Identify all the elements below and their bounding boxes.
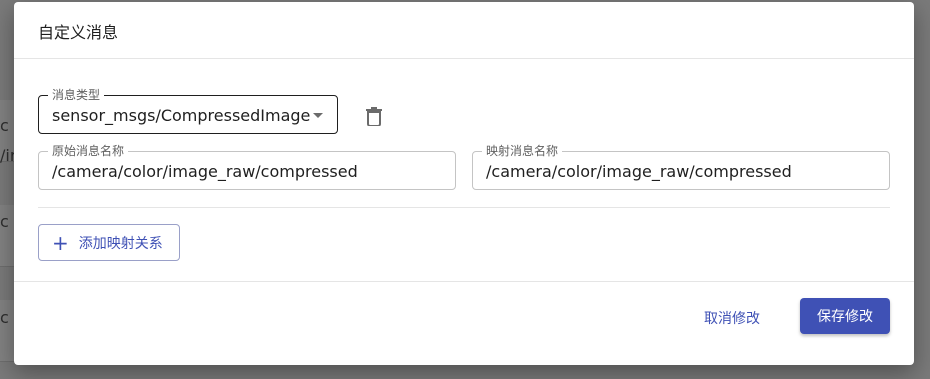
header-divider <box>14 58 914 59</box>
message-type-label: 消息类型 <box>48 88 105 102</box>
original-name-label: 原始消息名称 <box>48 144 129 158</box>
message-type-value: sensor_msgs/CompressedImage <box>52 106 311 125</box>
mapped-name-field[interactable]: 映射消息名称 /camera/color/image_raw/compresse… <box>472 144 890 190</box>
cancel-label: 取消修改 <box>704 311 760 327</box>
background-text: c <box>0 212 9 231</box>
background-text: c <box>0 116 9 135</box>
section-divider <box>38 207 890 208</box>
mapped-name-label: 映射消息名称 <box>482 144 563 158</box>
caret-down-icon <box>313 113 323 118</box>
save-label: 保存修改 <box>817 309 873 325</box>
plus-icon: + <box>52 230 69 255</box>
cancel-button[interactable]: 取消修改 <box>690 300 774 336</box>
background-text: c <box>0 308 9 327</box>
footer-divider <box>14 281 914 282</box>
mapped-name-value: /camera/color/image_raw/compressed <box>486 162 792 181</box>
add-mapping-button[interactable]: + 添加映射关系 <box>38 224 180 261</box>
add-mapping-label: 添加映射关系 <box>78 235 163 252</box>
message-type-select[interactable]: 消息类型 sensor_msgs/CompressedImage <box>38 88 338 134</box>
custom-message-dialog: 自定义消息 消息类型 sensor_msgs/CompressedImage 原… <box>14 2 914 365</box>
save-button[interactable]: 保存修改 <box>800 298 890 334</box>
dialog-title: 自定义消息 <box>38 23 119 42</box>
original-name-value: /camera/color/image_raw/compressed <box>52 162 358 181</box>
trash-icon <box>366 106 382 126</box>
original-name-field[interactable]: 原始消息名称 /camera/color/image_raw/compresse… <box>38 144 456 190</box>
delete-mapping-button[interactable] <box>358 102 390 130</box>
